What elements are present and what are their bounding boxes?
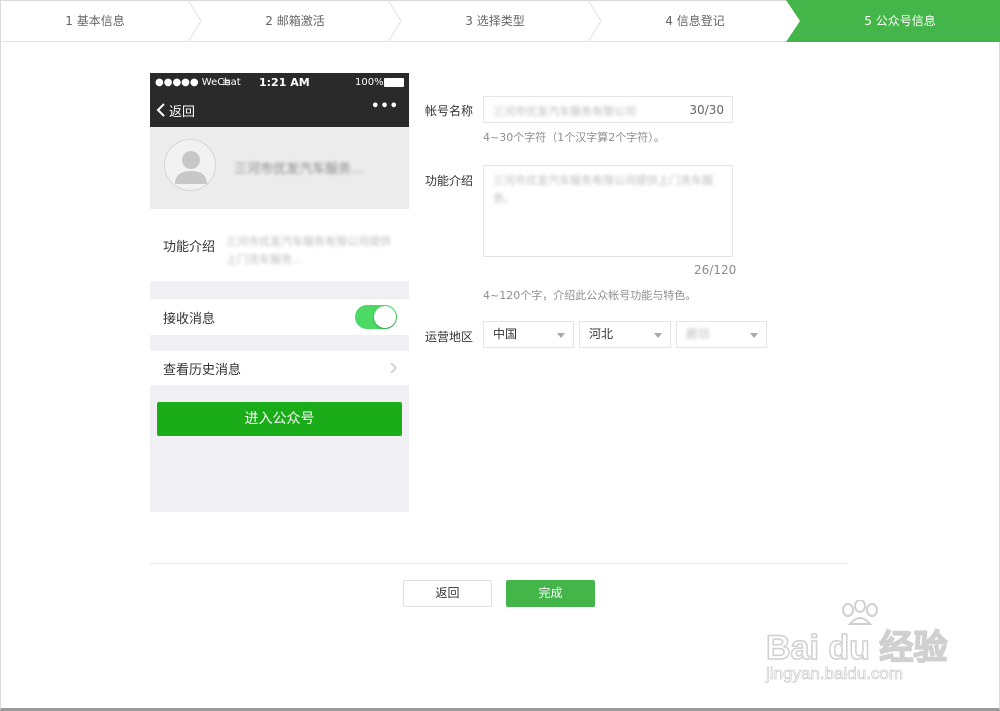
chevron-down-icon <box>750 333 758 338</box>
step-basic-info: 1 基本信息 <box>65 14 125 28</box>
footer-divider <box>150 563 848 564</box>
region-label: 运营地区 <box>425 330 474 344</box>
history-messages-label: 查看历史消息 <box>163 363 242 378</box>
country-select[interactable]: 中国 <box>483 321 574 348</box>
steps-bar: 1 基本信息 2 邮箱激活 3 选择类型 4 信息登记 5 公众号信息 <box>0 0 1000 42</box>
profile-card: 三河市优发汽车服务... 功能介绍 三河市优发汽车服务有限公司提供上门洗车服务.… <box>150 127 409 281</box>
step-select-type: 3 选择类型 <box>465 14 525 28</box>
country-value: 中国 <box>493 327 518 341</box>
city-select[interactable]: 廊坊 <box>676 321 767 348</box>
history-messages-row[interactable]: 查看历史消息 <box>150 351 409 385</box>
baidu-watermark: Bai du 经验 jingyan.baidu.com <box>760 600 960 690</box>
nav-bar: 返回 ••• <box>150 93 409 127</box>
intro-textarea[interactable]: 三河市优发汽车服务有限公司提供上门洗车服务。 <box>483 165 733 257</box>
province-value: 河北 <box>589 327 614 341</box>
intro-text-preview: 三河市优发汽车服务有限公司提供上门洗车服务... <box>226 235 391 266</box>
clock-label: 1:21 AM <box>259 76 310 89</box>
back-label: 返回 <box>169 105 196 120</box>
account-name-tip: 4~30个字符（1个汉字算2个字符）。 <box>483 131 665 144</box>
account-name-count: 30/30 <box>689 103 724 117</box>
watermark-url: jingyan.baidu.com <box>766 664 904 684</box>
chevron-left-icon <box>156 103 165 117</box>
step-account-info: 5 公众号信息 <box>864 14 936 28</box>
phone-preview: ●●●●● WeChat ≋ 1:21 AM 100% 返回 ••• 三河市优发… <box>150 73 409 512</box>
default-avatar-icon <box>175 151 207 184</box>
intro-count: 26/120 <box>694 263 737 277</box>
receive-messages-row: 接收消息 <box>150 299 409 335</box>
enter-account-button[interactable]: 进入公众号 <box>157 402 402 436</box>
chevron-down-icon <box>654 333 662 338</box>
toggle-knob <box>374 306 396 328</box>
receive-messages-label: 接收消息 <box>163 312 216 327</box>
intro-tip: 4~120个字，介绍此公众帐号功能与特色。 <box>483 289 697 302</box>
avatar <box>164 139 216 191</box>
more-icon[interactable]: ••• <box>371 99 399 114</box>
battery-label: 100% <box>355 77 384 88</box>
intro-value: 三河市优发汽车服务有限公司提供上门洗车服务。 <box>493 174 713 205</box>
account-name-value: 三河市优发汽车服务有限公司 <box>493 105 636 118</box>
step-info-registration: 4 信息登记 <box>665 14 725 28</box>
receive-messages-toggle[interactable] <box>355 305 397 329</box>
intro-label: 功能介绍 <box>163 240 216 255</box>
account-name-label: 帐号名称 <box>425 104 474 118</box>
status-bar: ●●●●● WeChat ≋ 1:21 AM 100% <box>150 73 409 93</box>
watermark-brand: Bai du 经验 <box>765 628 948 668</box>
chevron-right-icon <box>390 362 397 374</box>
account-name-input[interactable]: 三河市优发汽车服务有限公司 30/30 <box>483 96 733 123</box>
city-value: 廊坊 <box>686 327 711 341</box>
battery-icon <box>384 78 404 87</box>
wifi-icon: ≋ <box>222 76 232 89</box>
step-email-activation: 2 邮箱激活 <box>265 14 325 28</box>
chevron-down-icon <box>557 333 565 338</box>
province-select[interactable]: 河北 <box>579 321 671 348</box>
back-button[interactable]: 返回 <box>403 580 492 607</box>
profile-header: 三河市优发汽车服务... <box>150 127 409 209</box>
intro-field-label: 功能介绍 <box>425 174 474 188</box>
done-button[interactable]: 完成 <box>506 580 595 607</box>
account-name-preview: 三河市优发汽车服务... <box>234 162 364 177</box>
